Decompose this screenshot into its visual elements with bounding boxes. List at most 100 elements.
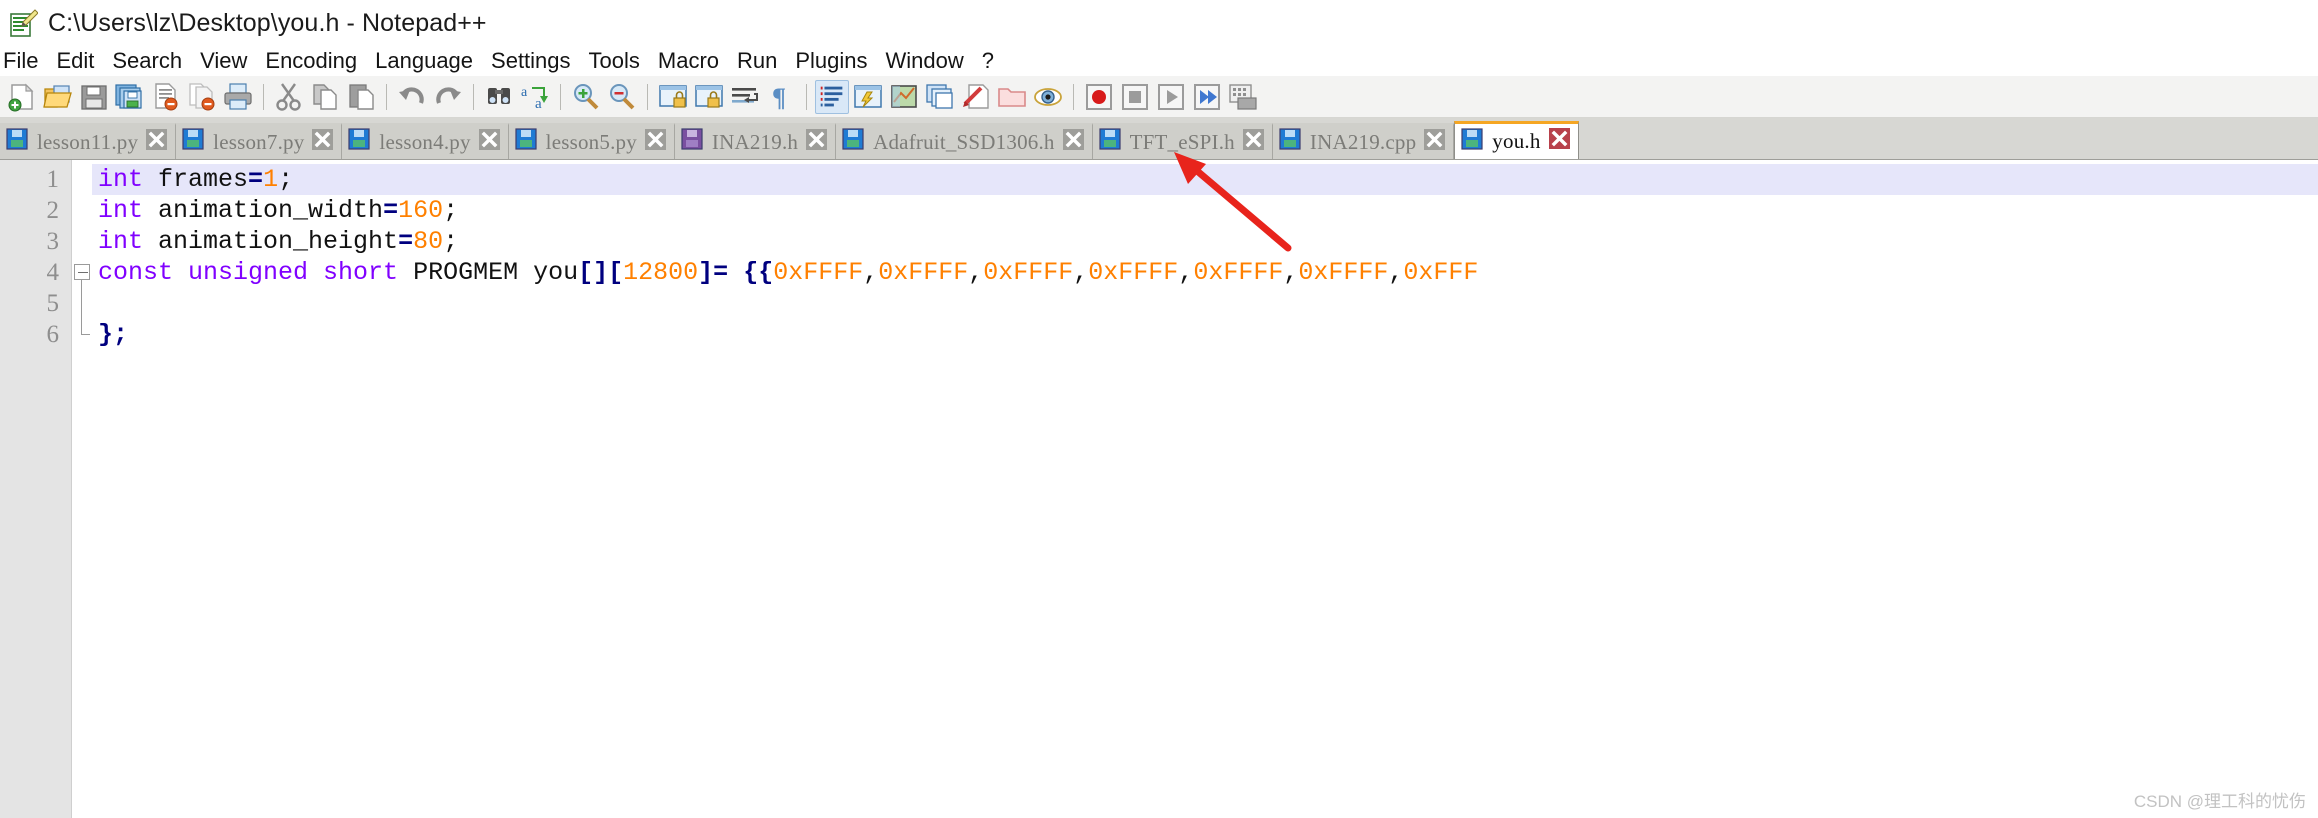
menu-item-run[interactable]: Run bbox=[728, 46, 786, 76]
fold-marker-line4[interactable] bbox=[72, 257, 92, 288]
code-line-5[interactable] bbox=[92, 288, 2318, 319]
close-file-icon[interactable] bbox=[149, 80, 183, 114]
close-x-icon[interactable] bbox=[146, 128, 168, 156]
tab-label: INA219.h bbox=[711, 129, 799, 154]
toolbar-separator bbox=[473, 83, 474, 110]
code-line-2[interactable]: int animation_width=160; bbox=[92, 195, 2318, 226]
code-token: 0xFFFF bbox=[1193, 258, 1284, 287]
line-number: 1 bbox=[46, 166, 60, 193]
function-list-icon[interactable] bbox=[923, 80, 957, 114]
indent-guideline-icon[interactable] bbox=[815, 79, 849, 114]
code-line-3[interactable]: int animation_height=80; bbox=[92, 226, 2318, 257]
tab-ina219-cpp[interactable]: INA219.cpp bbox=[1272, 123, 1455, 159]
monitoring-icon[interactable] bbox=[1031, 80, 1065, 114]
menu-item-tools[interactable]: Tools bbox=[580, 46, 649, 76]
menu-item-encoding[interactable]: Encoding bbox=[256, 46, 366, 76]
macro-playback-multiple-icon[interactable] bbox=[1190, 80, 1224, 114]
save-all-icon[interactable] bbox=[113, 80, 147, 114]
code-token: , bbox=[1283, 258, 1299, 287]
cut-icon[interactable] bbox=[272, 80, 306, 114]
tab-lesson7-py[interactable]: lesson7.py bbox=[176, 123, 343, 159]
sync-vertical-scroll-icon[interactable] bbox=[656, 80, 690, 114]
replace-icon[interactable]: a a bbox=[518, 80, 552, 114]
open-file-icon[interactable] bbox=[41, 80, 75, 114]
close-x-icon[interactable] bbox=[806, 128, 828, 156]
toolbar-separator bbox=[263, 83, 264, 110]
close-x-icon[interactable] bbox=[312, 128, 334, 156]
close-x-icon[interactable] bbox=[1242, 128, 1264, 156]
menu-item-search[interactable]: Search bbox=[103, 46, 191, 76]
save-blue-icon bbox=[1279, 128, 1301, 156]
code-folding-margin[interactable] bbox=[72, 160, 92, 818]
tab-adafruit-ssd1306-h[interactable]: Adafruit_SSD1306.h bbox=[836, 123, 1093, 159]
save-icon[interactable] bbox=[77, 80, 111, 114]
close-x-icon[interactable] bbox=[644, 128, 666, 156]
macro-play-icon[interactable] bbox=[1154, 80, 1188, 114]
tab-lesson4-py[interactable]: lesson4.py bbox=[342, 123, 509, 159]
code-line-4[interactable]: const unsigned short PROGMEM you[][12800… bbox=[92, 257, 2318, 288]
code-line-6[interactable]: }; bbox=[92, 319, 2318, 350]
code-text[interactable]: int frames=1; int animation_width=160; int… bbox=[92, 160, 2318, 818]
document-map-icon[interactable] bbox=[887, 80, 921, 114]
menu-item-view[interactable]: View bbox=[191, 46, 256, 76]
editor-area[interactable]: 123456 int frames=1; int animation_width=… bbox=[0, 160, 2318, 818]
menu-item-plugins[interactable]: Plugins bbox=[786, 46, 876, 76]
zoom-out-icon[interactable] bbox=[605, 80, 639, 114]
tab-label: INA219.cpp bbox=[1309, 129, 1417, 154]
menu-item-help[interactable]: ? bbox=[973, 46, 1003, 76]
tab-ina219-h[interactable]: INA219.h bbox=[674, 123, 837, 159]
close-x-icon[interactable] bbox=[1062, 128, 1084, 156]
user-defined-language-icon[interactable] bbox=[851, 80, 885, 114]
redo-icon[interactable] bbox=[431, 80, 465, 114]
menu-item-settings[interactable]: Settings bbox=[482, 46, 580, 76]
close-x-icon[interactable] bbox=[478, 128, 500, 156]
line-number: 5 bbox=[46, 290, 60, 317]
code-line-1[interactable]: int frames=1; bbox=[92, 164, 2318, 195]
code-token: ; bbox=[443, 196, 459, 225]
code-token: animation_height bbox=[143, 227, 399, 256]
menu-item-macro[interactable]: Macro bbox=[649, 46, 728, 76]
word-wrap-icon[interactable] bbox=[728, 80, 762, 114]
tab-lesson5-py[interactable]: lesson5.py bbox=[508, 123, 675, 159]
svg-text:a: a bbox=[535, 96, 542, 112]
tab-tft-espi-h[interactable]: TFT_eSPI.h bbox=[1092, 123, 1273, 159]
macro-record-icon[interactable] bbox=[1082, 80, 1116, 114]
tab-lesson11-py[interactable]: lesson11.py bbox=[0, 123, 177, 159]
code-token: ] bbox=[698, 258, 714, 287]
close-x-red-icon[interactable] bbox=[1548, 128, 1570, 155]
menu-item-window[interactable]: Window bbox=[877, 46, 973, 76]
show-all-characters-icon[interactable]: ¶ bbox=[764, 80, 798, 114]
code-token: 160 bbox=[398, 196, 444, 225]
close-all-files-icon[interactable] bbox=[185, 80, 219, 114]
tab-label: lesson5.py bbox=[545, 129, 637, 154]
close-x-icon[interactable] bbox=[1424, 128, 1446, 156]
menu-item-edit[interactable]: Edit bbox=[47, 46, 103, 76]
macro-stop-icon[interactable] bbox=[1118, 80, 1152, 114]
code-token: const unsigned short bbox=[98, 258, 399, 287]
toolbar-separator bbox=[806, 83, 807, 110]
code-token: int bbox=[98, 227, 144, 256]
undo-icon[interactable] bbox=[395, 80, 429, 114]
menu-item-language[interactable]: Language bbox=[366, 46, 482, 76]
tab-label: you.h bbox=[1492, 129, 1541, 153]
watermark-text: CSDN @理工科的忧伤 bbox=[2133, 792, 2306, 811]
new-file-icon[interactable] bbox=[5, 80, 39, 114]
copy-icon[interactable] bbox=[308, 80, 342, 114]
paste-icon[interactable] bbox=[344, 80, 378, 114]
sync-horizontal-scroll-icon[interactable] bbox=[692, 80, 726, 114]
zoom-in-icon[interactable] bbox=[569, 80, 603, 114]
save-blue-icon bbox=[6, 128, 28, 156]
code-token: , bbox=[863, 258, 879, 287]
tab-label: lesson4.py bbox=[379, 129, 471, 154]
tab-label: Adafruit_SSD1306.h bbox=[873, 129, 1055, 154]
menu-item-file[interactable]: File bbox=[0, 46, 47, 76]
toolbar-separator bbox=[386, 83, 387, 110]
macro-save-icon[interactable] bbox=[1226, 80, 1260, 114]
save-blue-icon bbox=[1099, 128, 1121, 156]
folder-as-workspace-icon[interactable] bbox=[995, 80, 1029, 114]
print-icon[interactable] bbox=[221, 80, 255, 114]
document-switcher-icon[interactable] bbox=[959, 80, 993, 114]
find-icon[interactable] bbox=[482, 80, 516, 114]
tab-you-h[interactable]: you.h bbox=[1454, 121, 1579, 159]
